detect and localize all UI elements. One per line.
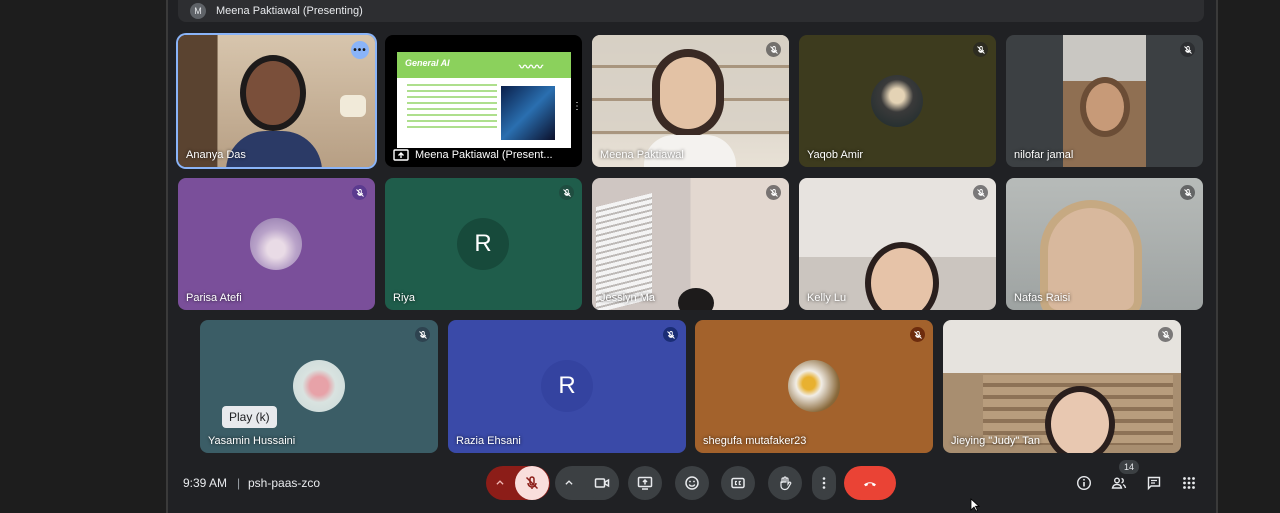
tile-name: shegufa mutafaker23 — [703, 435, 807, 447]
person-head — [1051, 392, 1109, 453]
presenter-avatar: M — [190, 3, 206, 19]
participant-tile-yasamin[interactable]: Yasamin Hussaini — [200, 320, 438, 453]
chat-button[interactable] — [1145, 474, 1163, 492]
muted-mic-icon — [352, 185, 367, 200]
tile-name: Kelly Lu — [807, 292, 847, 304]
participant-tile-jieying[interactable]: Jieying "Judy" Tan — [943, 320, 1181, 453]
mic-off-icon — [525, 476, 539, 490]
muted-mic-icon — [973, 42, 988, 57]
slide-title: General AI — [405, 58, 450, 68]
left-black-margin — [0, 0, 166, 513]
meeting-details-button[interactable] — [1075, 474, 1093, 492]
chat-icon — [1147, 476, 1161, 491]
muted-mic-icon — [1180, 42, 1195, 57]
right-black-margin — [1218, 0, 1280, 513]
tile-name: nilofar jamal — [1014, 149, 1074, 161]
tile-name: Riya — [393, 292, 416, 304]
tile-name: Ananya Das — [186, 149, 246, 161]
apps-grid-icon — [1183, 477, 1195, 489]
avatar: R — [457, 218, 509, 270]
person-head — [871, 248, 933, 310]
leave-call-button[interactable] — [844, 466, 896, 500]
tile-name: Jesslyn Ma — [600, 292, 656, 304]
separator: | — [237, 476, 241, 490]
tile-name: Parisa Atefi — [186, 292, 242, 304]
chevron-up-icon — [496, 480, 504, 485]
presenting-label: Meena Paktiawal (Presenting) — [216, 5, 363, 17]
avatar: R — [541, 360, 593, 412]
participant-tile-nilofar[interactable]: nilofar jamal — [1006, 35, 1203, 167]
video-camera-icon — [594, 478, 610, 488]
tile-kebab-icon[interactable]: ⋮ — [572, 102, 582, 112]
meeting-time: 9:39 AM — [183, 476, 228, 490]
tile-name: Jieying "Judy" Tan — [951, 435, 1040, 447]
participant-tile-riya[interactable]: R Riya — [385, 178, 582, 310]
participant-tile-razia[interactable]: R Razia Ehsani — [448, 320, 686, 453]
slide-wave-icon: 〰〰 — [519, 60, 544, 74]
present-screen-button[interactable] — [628, 466, 662, 500]
muted-mic-icon — [910, 327, 925, 342]
activities-button[interactable] — [1180, 474, 1198, 492]
muted-mic-icon — [663, 327, 678, 342]
profile-photo — [293, 360, 345, 412]
slide-image — [501, 86, 555, 140]
people-button[interactable] — [1110, 474, 1128, 492]
profile-photo — [871, 75, 923, 127]
profile-photo — [250, 218, 302, 270]
presenting-banner[interactable]: M Meena Paktiawal (Presenting) — [178, 0, 1204, 22]
participant-tile-ananya[interactable]: ••• Ananya Das — [178, 35, 375, 167]
emoji-icon — [685, 476, 699, 490]
captions-button[interactable] — [721, 466, 755, 500]
raise-hand-button[interactable] — [768, 466, 802, 500]
more-vertical-icon — [822, 477, 826, 489]
tile-name: Razia Ehsani — [456, 435, 521, 447]
lamp — [340, 95, 366, 117]
profile-photo — [788, 360, 840, 412]
person-head — [678, 288, 714, 310]
present-screen-icon — [393, 149, 409, 161]
window-edge-left — [166, 0, 168, 513]
play-tooltip: Play (k) — [222, 406, 277, 428]
tile-name: Meena Paktiawal — [600, 149, 684, 161]
info-icon — [1076, 475, 1092, 491]
person-head — [660, 57, 716, 129]
person-head — [1086, 83, 1124, 131]
camera-toggle-button[interactable] — [585, 466, 619, 500]
participant-tile-meena[interactable]: Meena Paktiawal — [592, 35, 789, 167]
more-options-icon[interactable]: ••• — [351, 41, 369, 59]
muted-mic-icon — [766, 185, 781, 200]
more-options-button[interactable] — [812, 466, 836, 500]
person-head — [246, 61, 300, 125]
participant-count-badge: 14 — [1119, 460, 1139, 474]
tile-name: Yaqob Amir — [807, 149, 864, 161]
participant-tile-shegufa[interactable]: shegufa mutafaker23 — [695, 320, 933, 453]
end-call-icon — [864, 482, 876, 487]
participant-tile-kelly[interactable]: Kelly Lu — [799, 178, 996, 310]
tile-name: Nafas Raisi — [1014, 292, 1071, 304]
muted-mic-icon — [559, 185, 574, 200]
slide-thumbnail: General AI 〰〰 — [397, 52, 571, 148]
muted-mic-icon — [973, 185, 988, 200]
participant-tile-parisa[interactable]: Parisa Atefi — [178, 178, 375, 310]
muted-mic-icon — [766, 42, 781, 57]
chevron-up-icon — [565, 480, 573, 485]
hand-icon — [780, 476, 792, 491]
slide-bullets — [407, 84, 497, 132]
people-icon — [1111, 477, 1127, 489]
window-edge-right — [1216, 0, 1218, 513]
microphone-toggle-button[interactable] — [515, 466, 549, 500]
present-screen-icon — [637, 476, 653, 490]
participant-tile-yaqob[interactable]: Yaqob Amir — [799, 35, 996, 167]
meeting-code: psh-paas-zco — [248, 476, 321, 490]
tile-name: Meena Paktiawal (Present... — [415, 149, 553, 161]
muted-mic-icon — [1158, 327, 1173, 342]
mouse-cursor-icon — [970, 498, 980, 512]
reactions-button[interactable] — [675, 466, 709, 500]
participant-tile-jesslyn[interactable]: Jesslyn Ma — [592, 178, 789, 310]
tile-name: Yasamin Hussaini — [208, 435, 296, 447]
closed-captions-icon — [731, 477, 745, 489]
participant-tile-nafas[interactable]: Nafas Raisi — [1006, 178, 1203, 310]
muted-mic-icon — [1180, 185, 1195, 200]
muted-mic-icon — [415, 327, 430, 342]
